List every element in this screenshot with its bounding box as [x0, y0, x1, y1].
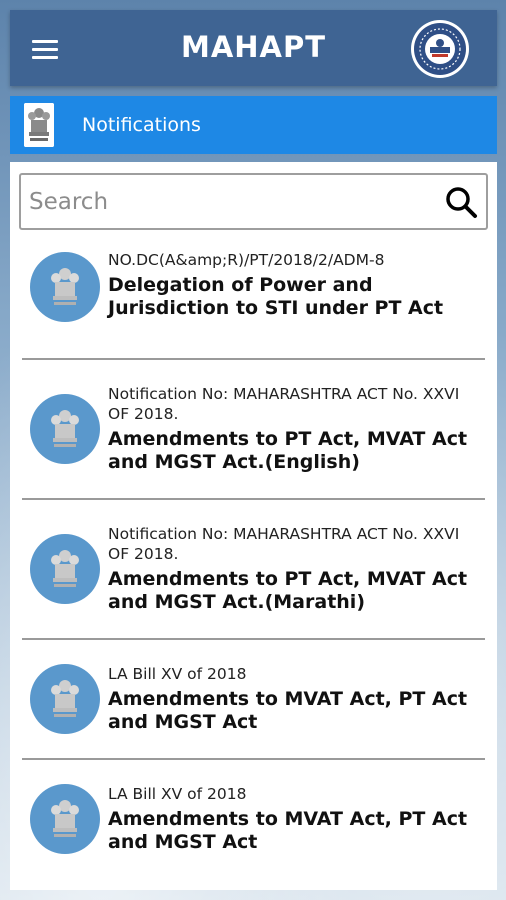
list-item[interactable]: LA Bill XV of 2018 Amendments to MVAT Ac… — [22, 760, 485, 880]
list-item[interactable]: LA Bill XV of 2018 Amendments to MVAT Ac… — [22, 640, 485, 760]
state-emblem-icon — [24, 103, 54, 147]
emblem-avatar — [30, 534, 100, 604]
state-emblem-icon — [51, 410, 79, 447]
notification-title: Amendments to MVAT Act, PT Act and MGST … — [108, 808, 468, 853]
notification-title: Amendments to PT Act, MVAT Act and MGST … — [108, 568, 468, 613]
notification-list: NO.DC(A&amp;R)/PT/2018/2/ADM-8 Delegatio… — [10, 234, 497, 880]
state-emblem-icon — [51, 680, 79, 717]
section-title: Notifications — [82, 114, 201, 136]
search-icon[interactable] — [444, 185, 478, 219]
list-item[interactable]: NO.DC(A&amp;R)/PT/2018/2/ADM-8 Delegatio… — [22, 234, 485, 360]
emblem-avatar — [30, 664, 100, 734]
notification-ref: Notification No: MAHARASHTRA ACT No. XXV… — [108, 525, 460, 563]
search-box — [19, 173, 488, 230]
search-input[interactable] — [29, 183, 429, 221]
notification-title: Amendments to MVAT Act, PT Act and MGST … — [108, 688, 468, 733]
notification-ref: LA Bill XV of 2018 — [108, 665, 247, 683]
emblem-avatar — [30, 784, 100, 854]
app-bar: MAHAPT — [10, 10, 497, 86]
department-seal-logo — [411, 20, 469, 78]
notification-ref: LA Bill XV of 2018 — [108, 785, 247, 803]
emblem-avatar — [30, 394, 100, 464]
section-header: Notifications — [10, 96, 497, 154]
emblem-avatar — [30, 252, 100, 322]
notification-title: Delegation of Power and Jurisdiction to … — [108, 274, 444, 319]
notifications-panel: NO.DC(A&amp;R)/PT/2018/2/ADM-8 Delegatio… — [10, 162, 497, 890]
state-emblem-icon — [51, 550, 79, 587]
notification-ref: NO.DC(A&amp;R)/PT/2018/2/ADM-8 — [108, 251, 385, 269]
state-emblem-icon — [51, 800, 79, 837]
state-emblem-icon — [51, 268, 79, 305]
notification-title: Amendments to PT Act, MVAT Act and MGST … — [108, 428, 468, 473]
list-item[interactable]: Notification No: MAHARASHTRA ACT No. XXV… — [22, 360, 485, 500]
list-item[interactable]: Notification No: MAHARASHTRA ACT No. XXV… — [22, 500, 485, 640]
notification-ref: Notification No: MAHARASHTRA ACT No. XXV… — [108, 385, 460, 423]
